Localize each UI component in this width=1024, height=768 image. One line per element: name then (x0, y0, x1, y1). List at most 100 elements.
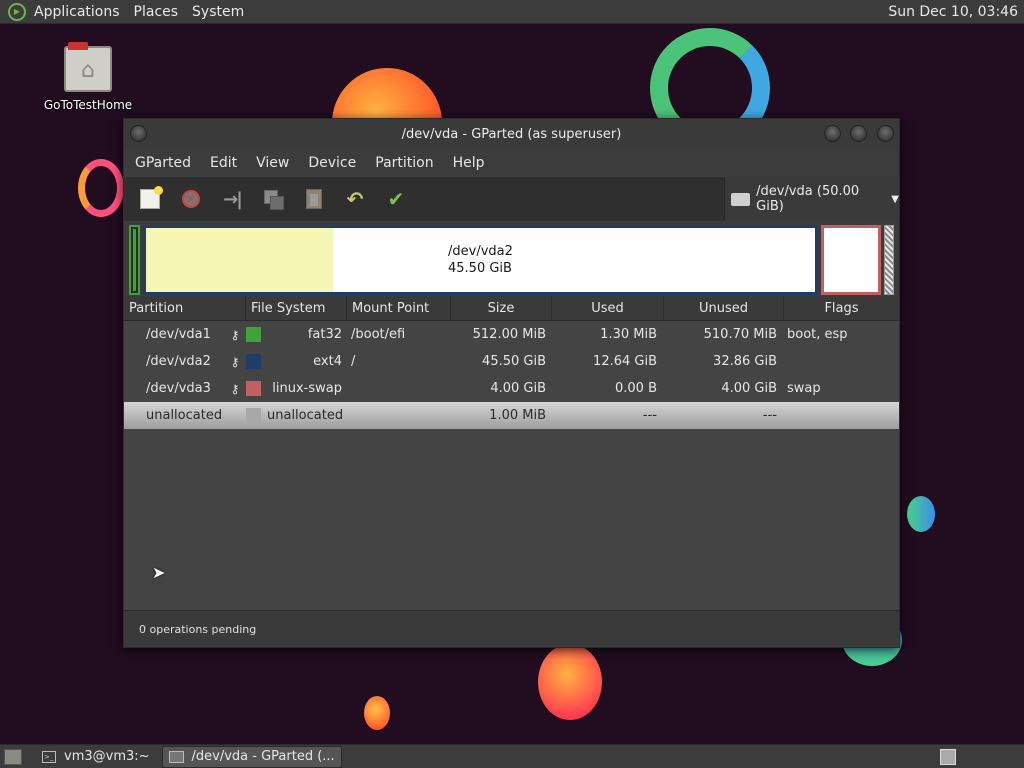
title-bar[interactable]: /dev/vda - GParted (as superuser) (124, 119, 899, 149)
graph-partition-label: /dev/vda2 45.50 GiB (448, 243, 513, 277)
wallpaper-blue-bubble (907, 496, 935, 532)
graph-partition-vda2[interactable]: /dev/vda2 45.50 GiB (143, 225, 818, 295)
row-used: 12.64 GiB (593, 354, 657, 369)
col-file-system[interactable]: File System (246, 295, 347, 321)
taskbar-item-terminal[interactable]: >_ vm3@vm3:~ (36, 746, 156, 768)
row-partition: /dev/vda1 (146, 327, 211, 342)
row-flags: boot, esp (787, 327, 848, 342)
window-title: /dev/vda - GParted (as superuser) (401, 126, 622, 142)
maximize-button[interactable] (850, 125, 867, 142)
distro-logo-icon[interactable]: ▶ (8, 2, 26, 21)
menu-system[interactable]: System (192, 4, 244, 20)
graph-unallocated[interactable] (884, 225, 894, 295)
apply-icon: ✔ (387, 187, 405, 211)
row-mount-point: /boot/efi (351, 327, 406, 342)
row-partition: /dev/vda3 (146, 381, 211, 396)
chevron-down-icon: ▼ (891, 193, 899, 205)
row-size: 4.00 GiB (490, 381, 546, 396)
show-desktop-button[interactable] (4, 748, 22, 765)
resize-move-icon: →| (223, 188, 243, 210)
menu-view[interactable]: View (256, 155, 289, 171)
menu-edit[interactable]: Edit (210, 155, 237, 171)
row-size: 45.50 GiB (482, 354, 546, 369)
graph-used-space (146, 228, 334, 292)
device-selector[interactable]: /dev/vda (50.00 GiB) ▼ (724, 177, 899, 221)
minimize-button[interactable] (824, 125, 841, 142)
table-header: Partition File System Mount Point Size U… (124, 295, 899, 321)
graph-partition-size: 45.50 GiB (448, 261, 512, 276)
undo-icon: ↶ (346, 187, 364, 211)
graph-partition-vda1[interactable] (129, 225, 140, 295)
col-mount-point[interactable]: Mount Point (347, 295, 451, 321)
disk-icon (731, 192, 751, 206)
paste-button[interactable] (299, 184, 329, 214)
col-flags[interactable]: Flags (784, 296, 899, 321)
pending-operations-status: 0 operations pending (139, 622, 257, 636)
fs-color-swatch (246, 408, 261, 423)
paste-icon (306, 189, 322, 209)
menu-applications[interactable]: Applications (34, 4, 120, 20)
col-partition[interactable]: Partition (124, 295, 246, 321)
resize-move-button[interactable]: →| (217, 184, 247, 214)
col-size[interactable]: Size (451, 295, 552, 321)
row-used: --- (642, 408, 657, 423)
fs-color-swatch (246, 354, 261, 369)
table-row[interactable]: /dev/vda3 ⚷ linux-swap 4.00 GiB 0.00 B 4… (124, 375, 899, 402)
gparted-window: /dev/vda - GParted (as superuser) GParte… (123, 118, 900, 648)
mouse-pointer-icon: ➤ (152, 563, 166, 582)
row-unused: 510.70 MiB (703, 327, 777, 342)
col-unused[interactable]: Unused (664, 295, 784, 321)
undo-button[interactable]: ↶ (340, 184, 370, 214)
new-partition-button[interactable] (135, 184, 165, 214)
wallpaper-orange-bubble-small (364, 696, 390, 730)
row-mount-point: / (351, 354, 356, 369)
menu-gparted[interactable]: GParted (135, 155, 191, 171)
gparted-icon (168, 750, 184, 763)
graph-partition-vda3[interactable] (821, 225, 881, 295)
table-row-selected[interactable]: unallocated unallocated 1.00 MiB --- --- (124, 402, 899, 429)
taskbar-item-label: vm3@vm3:~ (64, 749, 150, 764)
delete-partition-button[interactable]: ✕ (176, 184, 206, 214)
clock[interactable]: Sun Dec 10, 03:46 (888, 4, 1018, 20)
row-flags: swap (787, 381, 821, 396)
key-icon: ⚷ (230, 327, 240, 342)
copy-icon (264, 190, 284, 210)
taskbar-item-label: /dev/vda - GParted (... (191, 749, 335, 764)
row-file-system: linux-swap (246, 381, 346, 396)
row-unused: 32.86 GiB (713, 354, 777, 369)
menu-partition[interactable]: Partition (375, 155, 433, 171)
menu-places[interactable]: Places (134, 4, 179, 20)
menu-help[interactable]: Help (453, 155, 485, 171)
col-used[interactable]: Used (552, 295, 664, 321)
row-size: 1.00 MiB (489, 408, 546, 423)
row-file-system: fat32 (246, 327, 346, 342)
row-file-system: ext4 (246, 354, 346, 369)
desktop-icon-label: GoToTestHome (43, 98, 133, 112)
terminal-icon: >_ (42, 750, 56, 763)
toolbar: ✕ →| ↶ ✔ /dev/vda (50.00 GiB) ▼ (124, 177, 899, 221)
apply-button[interactable]: ✔ (381, 184, 411, 214)
status-bar: 0 operations pending (124, 610, 899, 647)
row-unused: 4.00 GiB (721, 381, 777, 396)
window-menu-button[interactable] (130, 125, 147, 142)
device-selector-label: /dev/vda (50.00 GiB) (756, 184, 860, 214)
partition-graph: /dev/vda2 45.50 GiB (124, 221, 899, 296)
graph-partition-name: /dev/vda2 (448, 244, 513, 259)
key-icon: ⚷ (230, 381, 240, 396)
key-icon: ⚷ (230, 354, 240, 369)
taskbar-item-gparted[interactable]: /dev/vda - GParted (... (161, 745, 342, 768)
row-partition: unallocated (146, 408, 223, 423)
table-body: /dev/vda1 ⚷ fat32 /boot/efi 512.00 MiB 1… (124, 321, 899, 429)
table-row[interactable]: /dev/vda1 ⚷ fat32 /boot/efi 512.00 MiB 1… (124, 321, 899, 348)
copy-button[interactable] (258, 184, 288, 214)
row-used: 0.00 B (615, 381, 657, 396)
row-partition: /dev/vda2 (146, 354, 211, 369)
bottom-panel: >_ vm3@vm3:~ /dev/vda - GParted (... (0, 744, 1024, 768)
close-button[interactable] (877, 125, 894, 142)
table-row[interactable]: /dev/vda2 ⚷ ext4 / 45.50 GiB 12.64 GiB 3… (124, 348, 899, 375)
row-size: 512.00 MiB (472, 327, 546, 342)
workspace-switcher[interactable] (940, 748, 956, 765)
desktop-home-icon[interactable]: ⌂ GoToTestHome (38, 42, 138, 112)
menu-device[interactable]: Device (308, 155, 356, 171)
delete-icon: ✕ (182, 190, 200, 208)
